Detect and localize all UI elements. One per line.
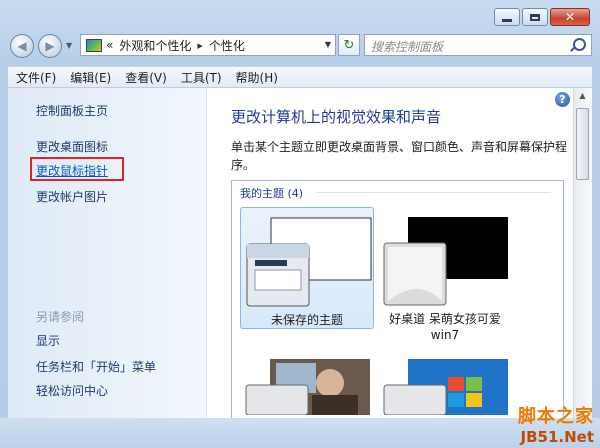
theme-list[interactable]: 我的主题 (4) 未保存的主题 好桌道 呆萌女孩可爱 win7 [231,180,564,418]
back-arrow-icon: ◀ [17,39,27,53]
forward-button[interactable]: ▶ [38,34,62,58]
control-panel-home-link[interactable]: 控制面板主页 [36,102,108,119]
scroll-up-icon[interactable]: ▲ [574,88,591,104]
explorer-window: ✕ ◀ ▶ ▼ « 外观和个性化 ▸ 个性化 ▼ ↻ 搜索控制面板 文件(F) … [0,0,600,448]
address-chevrons[interactable]: « [106,38,113,52]
theme-item-win7[interactable] [378,355,512,416]
refresh-icon: ↻ [343,37,355,53]
menu-bar: 文件(F) 编辑(E) 查看(V) 工具(T) 帮助(H) [8,66,592,87]
menu-tools[interactable]: 工具(T) [173,69,228,86]
my-themes-group-label[interactable]: 我的主题 (4) [240,185,303,201]
address-bar[interactable]: « 外观和个性化 ▸ 个性化 ▼ [80,34,336,56]
status-bar [0,418,600,448]
search-icon[interactable] [573,38,586,51]
highlight-box [30,157,124,181]
taskbar-start-menu-link[interactable]: 任务栏和「开始」菜单 [36,358,156,375]
close-button[interactable]: ✕ [550,8,590,26]
theme-preview-win7 [383,359,508,416]
theme-item-unsaved[interactable]: 未保存的主题 [240,207,374,329]
navigation-bar: ◀ ▶ ▼ « 外观和个性化 ▸ 个性化 ▼ ↻ 搜索控制面板 [8,32,592,62]
help-icon[interactable]: ? [555,92,570,107]
minimize-button[interactable] [494,8,520,26]
back-button[interactable]: ◀ [10,34,34,58]
caption-buttons: ✕ [492,8,590,26]
display-link[interactable]: 显示 [36,332,60,349]
main-pane: ? 更改计算机上的视觉效果和声音 单击某个主题立即更改桌面背景、窗口颜色、声音和… [207,88,574,418]
see-also-heading: 另请参阅 [36,310,85,324]
theme-preview-photo [245,359,370,416]
scroll-thumb[interactable] [576,108,589,180]
recent-pages-dropdown-icon[interactable]: ▼ [66,41,72,50]
search-input[interactable]: 搜索控制面板 [364,34,592,56]
page-description: 单击某个主题立即更改桌面背景、窗口颜色、声音和屏幕保护程序。 [231,140,568,172]
ease-of-access-link[interactable]: 轻松访问中心 [36,382,108,399]
vertical-scrollbar[interactable]: ▲ [573,88,592,418]
maximize-button[interactable] [522,8,548,26]
task-pane: 控制面板主页 更改桌面图标 更改鼠标指针 更改帐户图片 另请参阅 显示 任务栏和… [8,88,207,418]
forward-arrow-icon: ▶ [45,39,55,53]
watermark: 脚本之家 JB51.Net [518,402,594,446]
refresh-button[interactable]: ↻ [338,34,360,56]
watermark-cn: 脚本之家 [518,406,594,427]
change-account-picture-link[interactable]: 更改帐户图片 [36,188,108,205]
group-divider [316,192,551,193]
theme-item-photo[interactable] [240,355,374,416]
maximize-icon [530,13,540,21]
control-panel-icon [86,38,102,52]
menu-file[interactable]: 文件(F) [8,69,62,86]
menu-view[interactable]: 查看(V) [117,69,173,86]
breadcrumb-separator-icon[interactable]: ▸ [197,39,203,52]
content-area: 控制面板主页 更改桌面图标 更改鼠标指针 更改帐户图片 另请参阅 显示 任务栏和… [8,88,592,418]
theme-preview-unsaved [246,217,372,307]
address-dropdown-icon[interactable]: ▼ [325,40,331,49]
change-desktop-icons-link[interactable]: 更改桌面图标 [36,138,108,155]
close-icon: ✕ [564,10,576,24]
search-placeholder: 搜索控制面板 [371,40,444,54]
theme-name-cute-girl: 好桌道 呆萌女孩可爱 win7 [389,312,501,342]
breadcrumb-appearance[interactable]: 外观和个性化 [119,37,191,54]
theme-preview-cute-girl [383,217,508,306]
menu-edit[interactable]: 编辑(E) [62,69,117,86]
minimize-icon [502,18,512,22]
page-title: 更改计算机上的视觉效果和声音 [231,108,442,126]
watermark-en: JB51.Net [520,428,594,446]
theme-name-unsaved: 未保存的主题 [270,313,343,327]
theme-item-cute-girl[interactable]: 好桌道 呆萌女孩可爱 win7 [378,207,512,342]
menu-help[interactable]: 帮助(H) [228,69,284,86]
breadcrumb-personalization[interactable]: 个性化 [209,37,245,54]
